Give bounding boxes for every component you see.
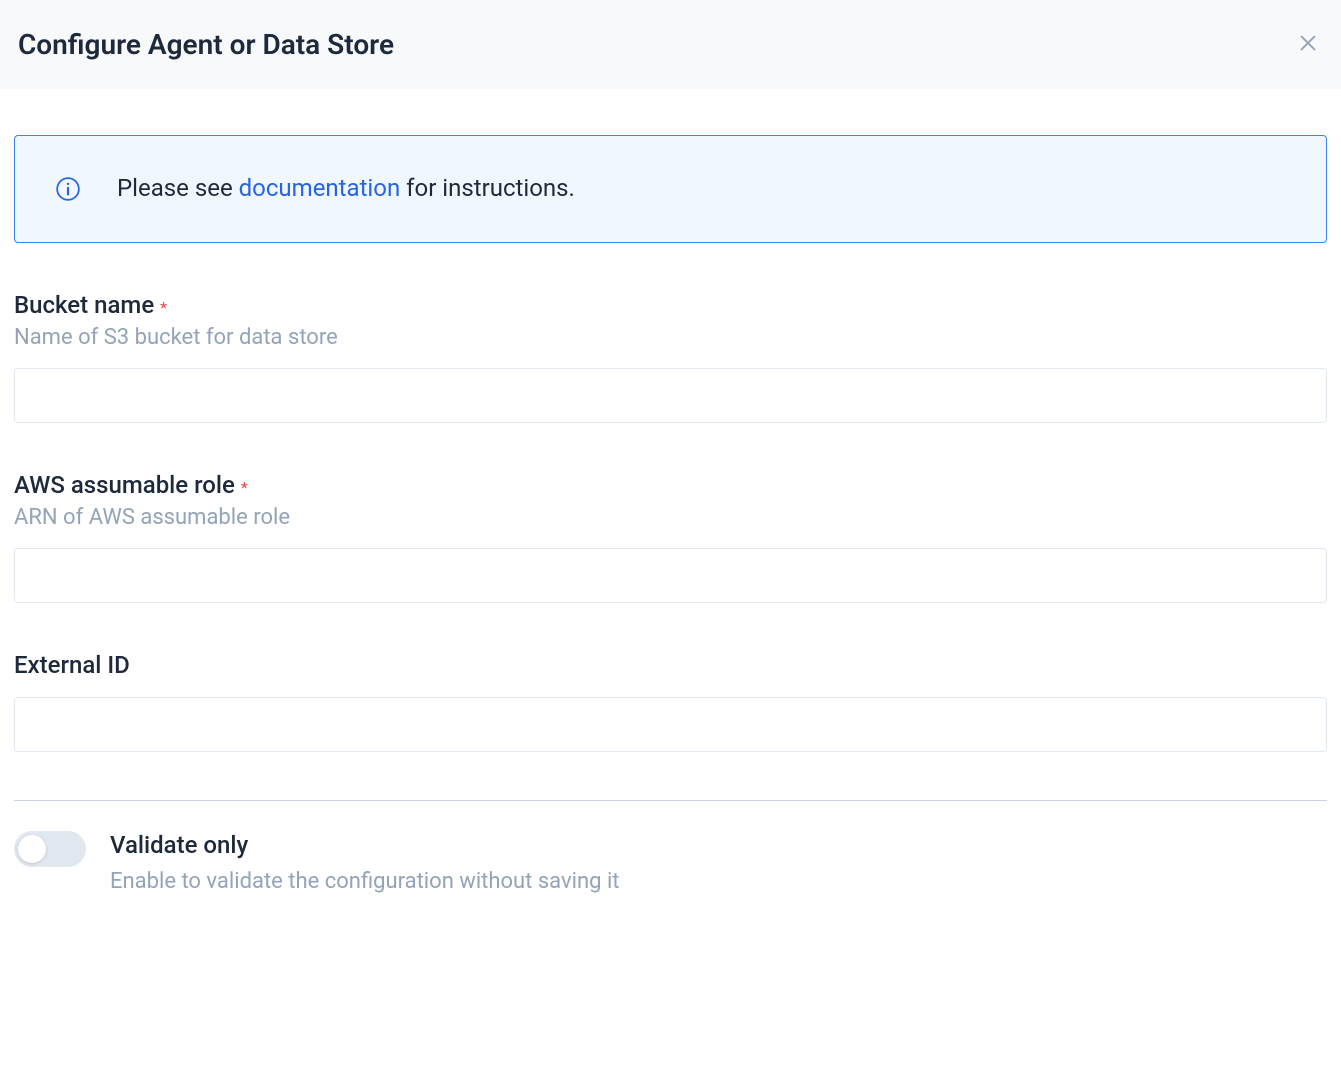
external-id-label: External ID bbox=[14, 651, 130, 679]
external-id-field-group: External ID bbox=[14, 651, 1327, 752]
bucket-name-input[interactable] bbox=[14, 368, 1327, 423]
section-divider bbox=[14, 800, 1327, 801]
bucket-name-field-group: Bucket name * Name of S3 bucket for data… bbox=[14, 291, 1327, 423]
required-indicator: * bbox=[160, 298, 167, 317]
info-suffix: for instructions. bbox=[400, 174, 575, 202]
info-icon bbox=[55, 176, 81, 202]
dialog-header: Configure Agent or Data Store bbox=[0, 0, 1341, 89]
info-banner: Please see documentation for instruction… bbox=[14, 135, 1327, 243]
bucket-name-label: Bucket name bbox=[14, 291, 154, 319]
bucket-name-help: Name of S3 bucket for data store bbox=[14, 325, 1327, 350]
toggle-knob bbox=[18, 835, 46, 863]
aws-role-help: ARN of AWS assumable role bbox=[14, 505, 1327, 530]
external-id-input[interactable] bbox=[14, 697, 1327, 752]
info-prefix: Please see bbox=[117, 174, 239, 202]
close-icon bbox=[1297, 32, 1319, 57]
dialog-title: Configure Agent or Data Store bbox=[18, 28, 394, 61]
info-text: Please see documentation for instruction… bbox=[117, 172, 575, 206]
validate-only-row: Validate only Enable to validate the con… bbox=[14, 831, 1327, 894]
close-button[interactable] bbox=[1293, 28, 1323, 61]
validate-only-label: Validate only bbox=[110, 831, 620, 859]
aws-role-field-group: AWS assumable role * ARN of AWS assumabl… bbox=[14, 471, 1327, 603]
aws-role-input[interactable] bbox=[14, 548, 1327, 603]
validate-only-help: Enable to validate the configuration wit… bbox=[110, 869, 620, 894]
validate-only-text: Validate only Enable to validate the con… bbox=[110, 831, 620, 894]
documentation-link[interactable]: documentation bbox=[239, 174, 401, 202]
dialog-content: Please see documentation for instruction… bbox=[0, 135, 1341, 894]
validate-only-toggle[interactable] bbox=[14, 831, 86, 867]
required-indicator: * bbox=[241, 478, 248, 497]
aws-role-label: AWS assumable role bbox=[14, 471, 235, 499]
